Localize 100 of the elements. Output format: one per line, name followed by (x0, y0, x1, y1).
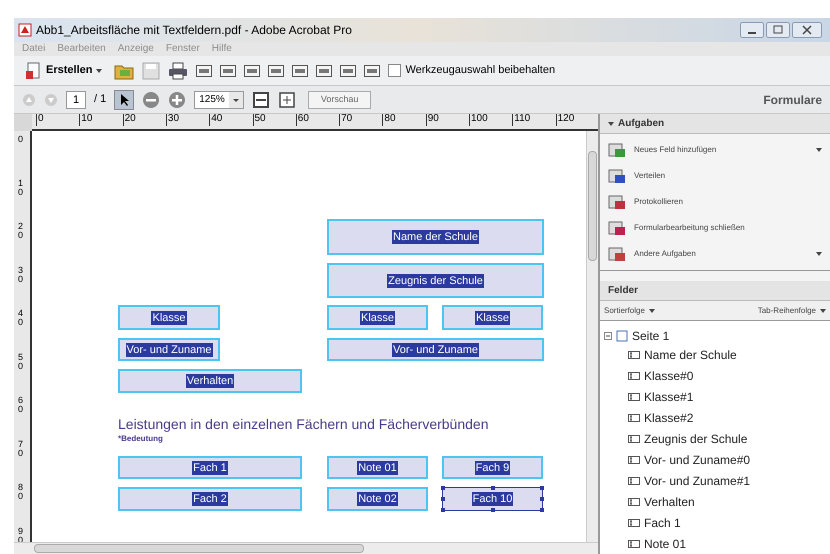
print-icon[interactable] (168, 62, 188, 80)
tree-item[interactable]: Seite 1 (632, 326, 670, 344)
fields-header: Felder (600, 281, 830, 301)
text-field-icon (628, 412, 640, 422)
form-text-field[interactable]: Verhalten (118, 369, 302, 393)
create-button[interactable]: Erstellen (22, 62, 106, 80)
form-text-field[interactable]: Klasse (118, 305, 220, 330)
form-text-field[interactable]: Klasse (327, 305, 428, 330)
ruler-label: 10 (79, 114, 92, 126)
zoom-field[interactable]: 125% (194, 90, 244, 108)
resize-handle[interactable] (441, 497, 445, 501)
resize-handle[interactable] (490, 508, 494, 512)
field-label: Fach 10 (472, 492, 514, 506)
task-item[interactable]: Andere Aufgaben (608, 245, 822, 263)
dropdown-arrow-icon (820, 308, 826, 314)
scrollbar-thumb[interactable] (34, 544, 364, 553)
task-icon (608, 246, 626, 262)
form-text-field[interactable]: Fach 1 (118, 456, 302, 479)
vertical-scrollbar[interactable] (586, 131, 598, 542)
task-icon (608, 220, 626, 236)
tree-item[interactable]: Note 01 (644, 534, 686, 552)
pointer-icon[interactable] (114, 90, 134, 110)
resize-handle[interactable] (441, 486, 445, 490)
ruler-label: 0 (18, 135, 23, 144)
tree-item[interactable]: Name der Schule (644, 346, 737, 364)
ruler-label: 80 (18, 483, 23, 501)
tree-item[interactable]: Vor- und Zuname#1 (644, 472, 750, 490)
fit-width-icon[interactable] (252, 90, 270, 108)
scrollbar-thumb[interactable] (588, 151, 597, 261)
field-label: Name der Schule (392, 230, 479, 244)
minimize-icon[interactable] (740, 22, 764, 38)
page-number-field[interactable]: 1 (66, 90, 86, 108)
ruler-label: 70 (18, 440, 23, 458)
zoom-out-icon[interactable] (142, 90, 160, 108)
tree-item[interactable]: Fach 1 (644, 514, 681, 532)
task-item[interactable]: Neues Feld hinzufügen (608, 141, 822, 159)
ruler-label: 120 (556, 114, 574, 126)
tasks-header[interactable]: Aufgaben (600, 114, 830, 134)
form-text-field[interactable]: Klasse (442, 305, 543, 330)
sort-order-button[interactable]: Sortierfolge (604, 304, 655, 316)
form-text-field[interactable]: Note 01 (327, 456, 428, 479)
field-label: Klasse (151, 310, 187, 324)
text-field-icon (628, 370, 640, 380)
field-label: Fach 2 (192, 492, 228, 506)
tree-item[interactable]: Zeugnis der Schule (644, 430, 748, 448)
form-text-field[interactable]: Vor- und Zuname (118, 338, 220, 361)
field-label: Klasse (474, 310, 510, 324)
form-text-field[interactable]: Vor- und Zuname (327, 338, 544, 361)
resize-handle[interactable] (540, 508, 544, 512)
text-field-icon[interactable] (196, 64, 212, 78)
text-field-icon (628, 350, 640, 360)
resize-handle[interactable] (490, 486, 494, 490)
task-item[interactable]: Protokollieren (608, 193, 822, 211)
task-item[interactable]: Formularbearbeitung schließen (608, 219, 822, 237)
field-label: Note 02 (357, 492, 398, 506)
pdf-icon (18, 23, 32, 37)
window-title: Abb1_Arbeitsfläche mit Textfeldern.pdf - Adobe Acrobat Pro (36, 22, 352, 39)
horizontal-scrollbar[interactable] (14, 542, 598, 554)
form-text-field[interactable]: Note 02 (327, 487, 428, 511)
field-label: Note 01 (357, 460, 398, 474)
tree-item[interactable]: Vor- und Zuname#0 (644, 450, 750, 468)
preview-button[interactable]: Vorschau (308, 90, 372, 108)
task-icon (608, 142, 626, 158)
ruler-label: 60 (296, 114, 309, 126)
ruler-label: 40 (209, 114, 222, 126)
tab-order-button[interactable]: Tab-Reihenfolge (758, 304, 826, 316)
ruler-label: 80 (382, 114, 396, 126)
zoom-in-icon[interactable] (168, 90, 186, 108)
text-field-icon (628, 476, 640, 486)
tree-item[interactable]: Verhalten (644, 492, 695, 510)
resize-handle[interactable] (441, 508, 445, 512)
tree-item[interactable]: Klasse#2 (644, 408, 694, 426)
dropdown-arrow-icon (96, 68, 102, 74)
ruler-label: 70 (339, 114, 352, 126)
form-text-field[interactable]: Fach 2 (118, 487, 302, 511)
dropdown-arrow-icon (648, 308, 655, 314)
fit-page-icon[interactable] (278, 90, 296, 108)
ruler-label: 40 (18, 309, 23, 327)
form-text-field[interactable]: Fach 10 (442, 487, 543, 511)
field-label: Fach 9 (474, 460, 510, 474)
close-icon[interactable] (792, 22, 822, 38)
form-text-field[interactable]: Name der Schule (327, 219, 544, 255)
task-icon (608, 194, 626, 210)
page-icon (616, 330, 628, 342)
maximize-icon[interactable] (766, 22, 790, 38)
text-field-icon (628, 518, 640, 528)
section-heading: Leistungen in den einzelnen Fächern und Fächerverbünden (118, 415, 488, 434)
form-text-field[interactable]: Fach 9 (442, 456, 543, 479)
text-field-icon (628, 496, 640, 506)
tree-item[interactable]: Klasse#0 (644, 366, 694, 384)
keep-tool-checkbox[interactable]: Werkzeugauswahl beibehalten (388, 62, 556, 79)
ruler-label: 0 (36, 114, 44, 126)
resize-handle[interactable] (540, 486, 544, 490)
ruler-label: 20 (122, 114, 136, 126)
tree-item[interactable]: Klasse#1 (644, 388, 694, 406)
form-text-field[interactable]: Zeugnis der Schule (327, 263, 544, 298)
task-item[interactable]: Verteilen (608, 167, 822, 185)
resize-handle[interactable] (540, 497, 544, 501)
collapse-icon[interactable] (604, 332, 612, 340)
ruler-label: 50 (252, 114, 266, 126)
